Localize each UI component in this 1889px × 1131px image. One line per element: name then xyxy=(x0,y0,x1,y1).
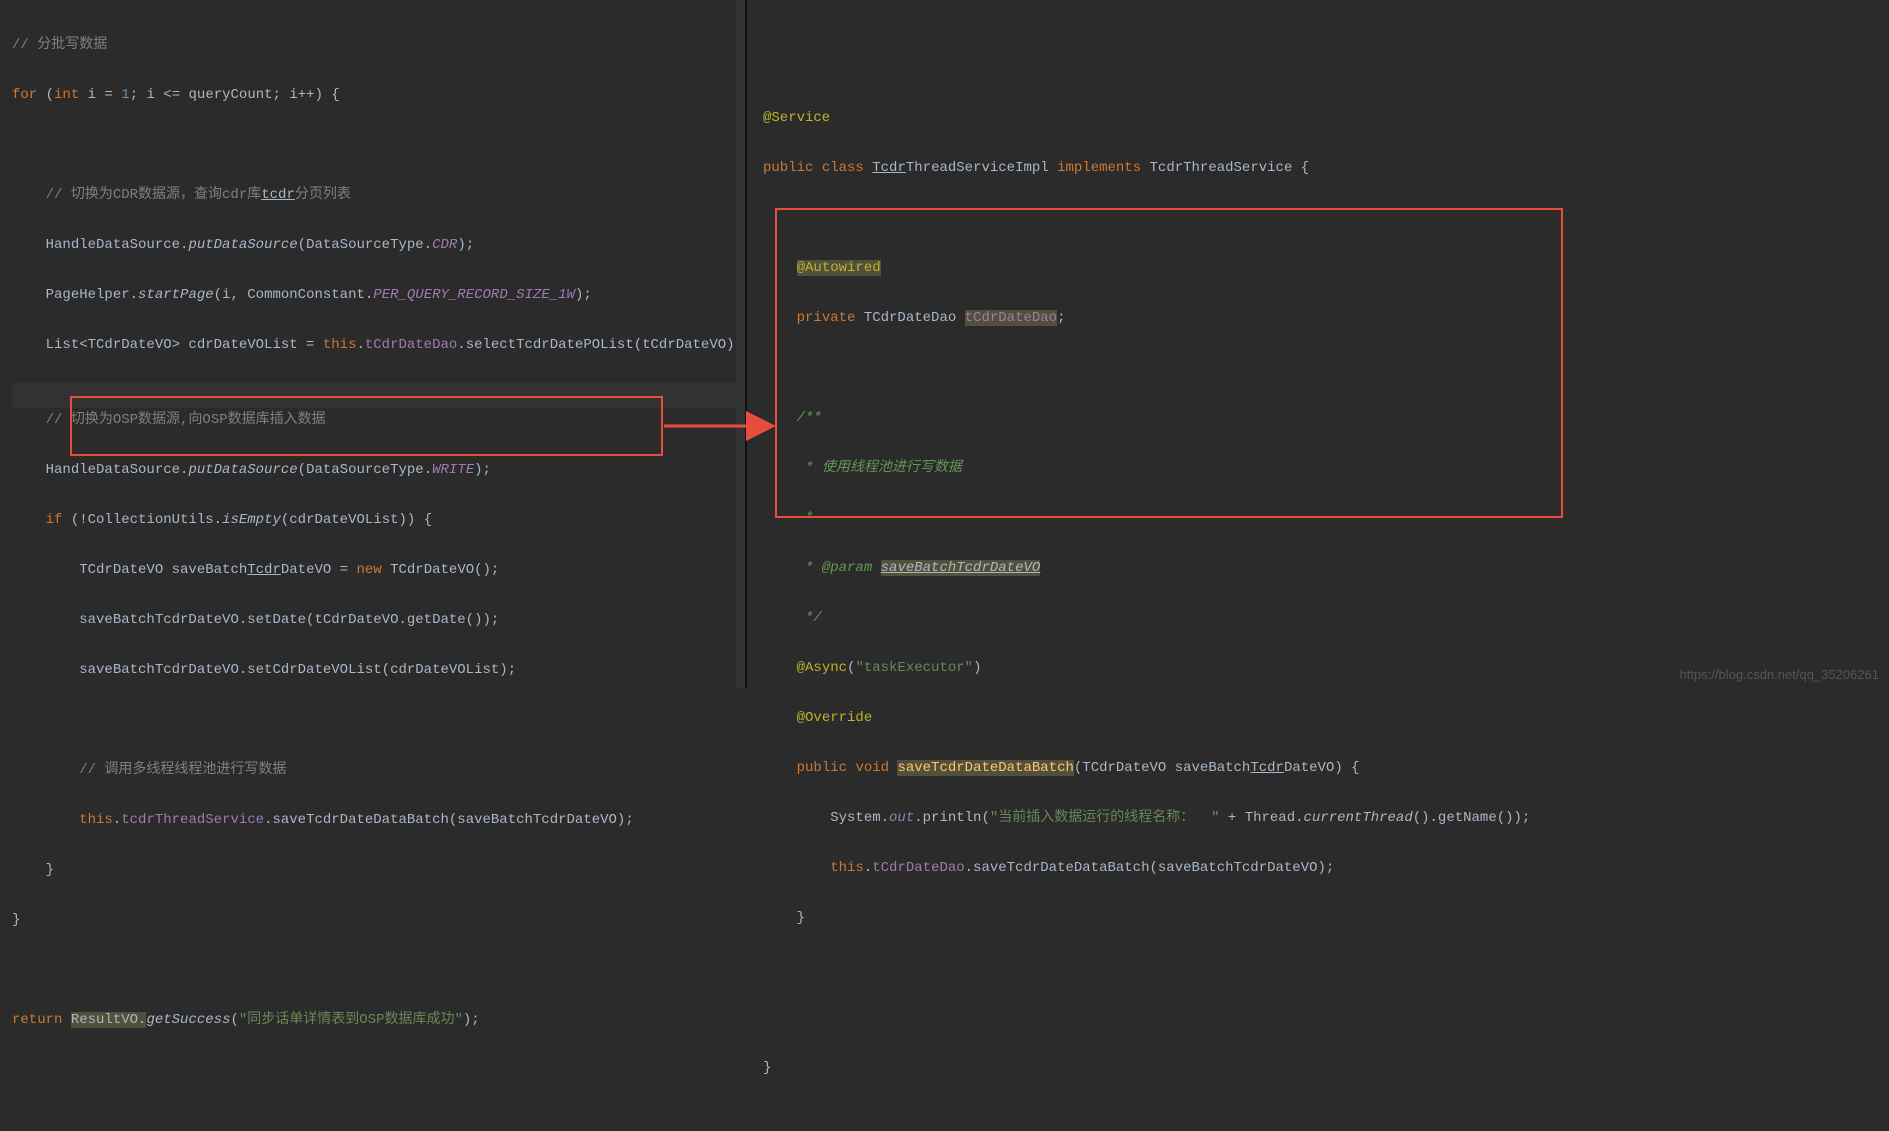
code-line: private TCdrDateDao tCdrDateDao; xyxy=(763,306,1889,331)
code-line: HandleDataSource.putDataSource(DataSourc… xyxy=(12,458,745,483)
right-code-pane[interactable]: @Service public class TcdrThreadServiceI… xyxy=(745,0,1889,688)
splitter[interactable] xyxy=(736,0,745,688)
code-line: if (!CollectionUtils.isEmpty(cdrDateVOLi… xyxy=(12,508,745,533)
code-line: */ xyxy=(763,606,1889,631)
code-line: this.tcdrThreadService.saveTcdrDateDataB… xyxy=(12,808,745,833)
code-line: List<TCdrDateVO> cdrDateVOList = this.tC… xyxy=(12,333,745,358)
code-line: TCdrDateVO saveBatchTcdrDateVO = new TCd… xyxy=(12,558,745,583)
cursor-line xyxy=(12,383,745,408)
watermark: https://blog.csdn.net/qq_35206261 xyxy=(1680,667,1880,682)
code-line: // 切换为CDR数据源，查询cdr库tcdr分页列表 xyxy=(12,183,745,208)
code-line: saveBatchTcdrDateVO.setDate(tCdrDateVO.g… xyxy=(12,608,745,633)
code-line: this.tCdrDateDao.saveTcdrDateDataBatch(s… xyxy=(763,856,1889,881)
code-line: @Service xyxy=(763,106,1889,131)
code-line: saveBatchTcdrDateVO.setCdrDateVOList(cdr… xyxy=(12,658,745,683)
blank-line xyxy=(763,1006,1889,1031)
code-line: // 切换为OSP数据源,向OSP数据库插入数据 xyxy=(12,408,745,433)
code-line: // 分批写数据 xyxy=(12,33,745,58)
code-line: /** xyxy=(763,406,1889,431)
blank-line xyxy=(763,206,1889,231)
code-line: } xyxy=(12,858,745,883)
code-line: * 使用线程池进行写数据 xyxy=(763,456,1889,481)
comment: // 切换为CDR数据源，查询cdr库tcdr分页列表 xyxy=(46,187,351,203)
code-line: } xyxy=(12,908,745,933)
blank-line xyxy=(763,356,1889,381)
code-line: public class TcdrThreadServiceImpl imple… xyxy=(763,156,1889,181)
code-line: PageHelper.startPage(i, CommonConstant.P… xyxy=(12,283,745,308)
code-line: for (int i = 1; i <= queryCount; i++) { xyxy=(12,83,745,108)
code-line: * @param saveBatchTcdrDateVO xyxy=(763,556,1889,581)
code-line: System.out.println("当前插入数据运行的线程名称： " + T… xyxy=(763,806,1889,831)
code-line: @Autowired xyxy=(763,256,1889,281)
code-line: HandleDataSource.putDataSource(DataSourc… xyxy=(12,233,745,258)
left-code-pane[interactable]: // 分批写数据 for (int i = 1; i <= queryCount… xyxy=(0,0,745,688)
blank-line xyxy=(763,956,1889,981)
blank-line xyxy=(12,133,745,158)
code-line: @Override xyxy=(763,706,1889,731)
blank-line xyxy=(12,708,745,733)
code-line: * xyxy=(763,506,1889,531)
code-line: } xyxy=(763,1056,1889,1081)
code-line: } xyxy=(763,906,1889,931)
code-line: // 调用多线程线程池进行写数据 xyxy=(12,758,745,783)
comment: // 分批写数据 xyxy=(12,37,107,53)
code-line: return ResultVO.getSuccess("同步话单详情表到OSP数… xyxy=(12,1008,745,1033)
blank-line xyxy=(12,958,745,983)
code-line: public void saveTcdrDateDataBatch(TCdrDa… xyxy=(763,756,1889,781)
